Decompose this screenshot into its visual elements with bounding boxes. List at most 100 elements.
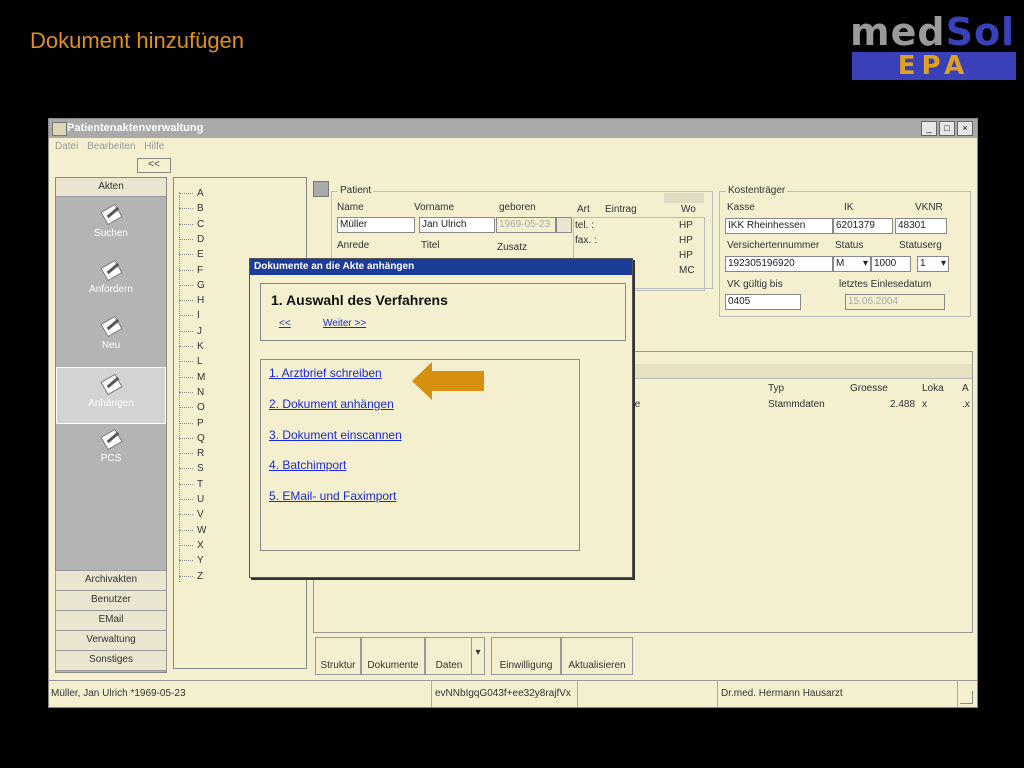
kostentraeger-group-label: Kostenträger	[726, 185, 788, 196]
vk-gueltig-field[interactable]: 0405	[725, 294, 801, 310]
attach-documents-dialog: Dokumente an die Akte anhängen 1. Auswah…	[249, 258, 633, 578]
tree-letter-v[interactable]: V	[179, 507, 237, 522]
option-email-faximport[interactable]: 5. EMail- und Faximport	[269, 489, 396, 503]
tree-letter-p[interactable]: P	[179, 416, 237, 431]
vknr-field[interactable]: 48301	[895, 218, 947, 234]
menu-datei[interactable]: Datei	[55, 141, 78, 152]
tab-daten-dropdown-icon[interactable]: ▾	[471, 637, 485, 675]
nav-benutzer[interactable]: Benutzer	[55, 590, 167, 611]
kasse-field[interactable]: IKK Rheinhessen	[725, 218, 833, 234]
nav-email[interactable]: EMail	[55, 610, 167, 631]
document-pen-icon	[100, 373, 123, 396]
name-field[interactable]: Müller	[337, 217, 415, 233]
nav-header-akten[interactable]: Akten	[56, 178, 166, 197]
medsol-epa-logo: medSol EPA	[848, 10, 1018, 84]
nav-sonstiges[interactable]: Sonstiges	[55, 650, 167, 671]
tree-letter-b[interactable]: B	[179, 201, 237, 216]
tree-letter-r[interactable]: R	[179, 446, 237, 461]
column-lokal[interactable]: Loka	[922, 382, 944, 396]
tree-letter-s[interactable]: S	[179, 461, 237, 476]
vorname-field[interactable]: Jan Ulrich	[419, 217, 495, 233]
versichertennummer-field[interactable]: 192305196920	[725, 256, 833, 272]
option-dokument-anhaengen[interactable]: 2. Dokument anhängen	[269, 397, 394, 411]
option-arztbrief-schreiben[interactable]: 1. Arztbrief schreiben	[269, 366, 382, 380]
statuserg-select[interactable]: 1 ▾	[917, 256, 949, 272]
tree-letter-t[interactable]: T	[179, 477, 237, 492]
minimize-button[interactable]: _	[921, 121, 937, 136]
nav-item-suchen[interactable]: Suchen	[56, 198, 166, 253]
tree-letter-z[interactable]: Z	[179, 569, 237, 584]
slide-title: Dokument hinzufügen	[30, 28, 245, 53]
nav-archivakten[interactable]: Archivakten	[55, 570, 167, 591]
pointer-arrow-icon	[412, 362, 484, 400]
tab-daten[interactable]: Daten	[425, 637, 473, 675]
tree-letter-m[interactable]: M	[179, 370, 237, 385]
dialog-next-link[interactable]: Weiter >>	[323, 318, 366, 329]
nav-item-anfordern[interactable]: Anfordern	[56, 254, 166, 309]
tree-letter-g[interactable]: G	[179, 278, 237, 293]
nav-item-label: Neu	[101, 340, 121, 351]
ik-field[interactable]: 6201379	[833, 218, 893, 234]
tree-letter-h[interactable]: H	[179, 293, 237, 308]
tree-letter-i[interactable]: I	[179, 308, 237, 323]
close-button[interactable]: ×	[957, 121, 973, 136]
art-label: Art	[577, 204, 590, 215]
dialog-back-link[interactable]: <<	[279, 318, 291, 329]
status-id: evNNbIgqG043f+ee32y8rajfVx	[433, 681, 578, 707]
status-number-field[interactable]: 1000	[871, 256, 911, 272]
tree-letter-l[interactable]: L	[179, 354, 237, 369]
nav-item-neu[interactable]: Neu	[56, 310, 166, 365]
tree-letter-d[interactable]: D	[179, 232, 237, 247]
maximize-button[interactable]: □	[939, 121, 955, 136]
geboren-field[interactable]: 1969-05-23	[496, 217, 556, 233]
nav-item-pcs[interactable]: PCS	[56, 423, 166, 478]
window-titlebar: Patientenaktenverwaltung _ □ ×	[49, 119, 977, 138]
row-extra: .x	[962, 399, 970, 410]
menu-bearbeiten[interactable]: Bearbeiten	[87, 141, 135, 152]
patient-expand-icon[interactable]	[313, 181, 329, 197]
tree-letter-n[interactable]: N	[179, 385, 237, 400]
tab-aktualisieren[interactable]: Aktualisieren	[561, 637, 633, 675]
titel-label: Titel	[421, 240, 440, 251]
column-typ[interactable]: Typ	[768, 382, 784, 396]
menu-hilfe[interactable]: Hilfe	[144, 141, 164, 152]
resize-grip-icon[interactable]	[960, 691, 973, 704]
versichertennummer-label: Versichertennummer	[727, 240, 820, 251]
status-select[interactable]: M ▾	[833, 256, 871, 272]
tree-letter-a[interactable]: A	[179, 186, 237, 201]
eintrag-label: Eintrag	[605, 204, 637, 215]
nav-item-label: Suchen	[94, 228, 128, 239]
tree-letter-k[interactable]: K	[179, 339, 237, 354]
window-title: Patientenaktenverwaltung	[67, 122, 204, 134]
column-groesse[interactable]: Groesse	[850, 382, 888, 396]
tree-letter-y[interactable]: Y	[179, 553, 237, 568]
tree-letter-q[interactable]: Q	[179, 431, 237, 446]
collapse-nav-button[interactable]: <<	[137, 158, 171, 173]
row-typ: Stammdaten	[768, 399, 825, 410]
tree-letter-o[interactable]: O	[179, 400, 237, 415]
vknr-label: VKNR	[915, 202, 943, 213]
tree-letter-c[interactable]: C	[179, 217, 237, 232]
nav-item-label: Anfordern	[89, 284, 133, 295]
tab-einwilligung[interactable]: Einwilligung	[491, 637, 561, 675]
status-patient: Müller, Jan Ulrich *1969-05-23	[49, 681, 432, 707]
status-bar: Müller, Jan Ulrich *1969-05-23 evNNbIgqG…	[49, 680, 977, 707]
tree-letter-j[interactable]: J	[179, 324, 237, 339]
tab-dokumente[interactable]: Dokumente	[361, 637, 425, 675]
column-extra[interactable]: A	[962, 382, 969, 396]
option-batchimport[interactable]: 4. Batchimport	[269, 458, 346, 472]
tab-struktur[interactable]: Struktur	[315, 637, 361, 675]
document-pen-icon	[100, 428, 123, 451]
tree-letter-f[interactable]: F	[179, 263, 237, 278]
tree-letter-e[interactable]: E	[179, 247, 237, 262]
nav-item-anhaengen[interactable]: Anhängen	[56, 367, 166, 424]
anrede-label: Anrede	[337, 240, 370, 251]
tree-letter-w[interactable]: W	[179, 523, 237, 538]
tree-letter-u[interactable]: U	[179, 492, 237, 507]
tree-letter-x[interactable]: X	[179, 538, 237, 553]
option-dokument-einscannen[interactable]: 3. Dokument einscannen	[269, 428, 402, 442]
document-pen-icon	[100, 203, 123, 226]
date-picker-icon[interactable]	[556, 217, 572, 233]
nav-verwaltung[interactable]: Verwaltung	[55, 630, 167, 651]
logo-wordmark: medSol	[850, 10, 1016, 54]
